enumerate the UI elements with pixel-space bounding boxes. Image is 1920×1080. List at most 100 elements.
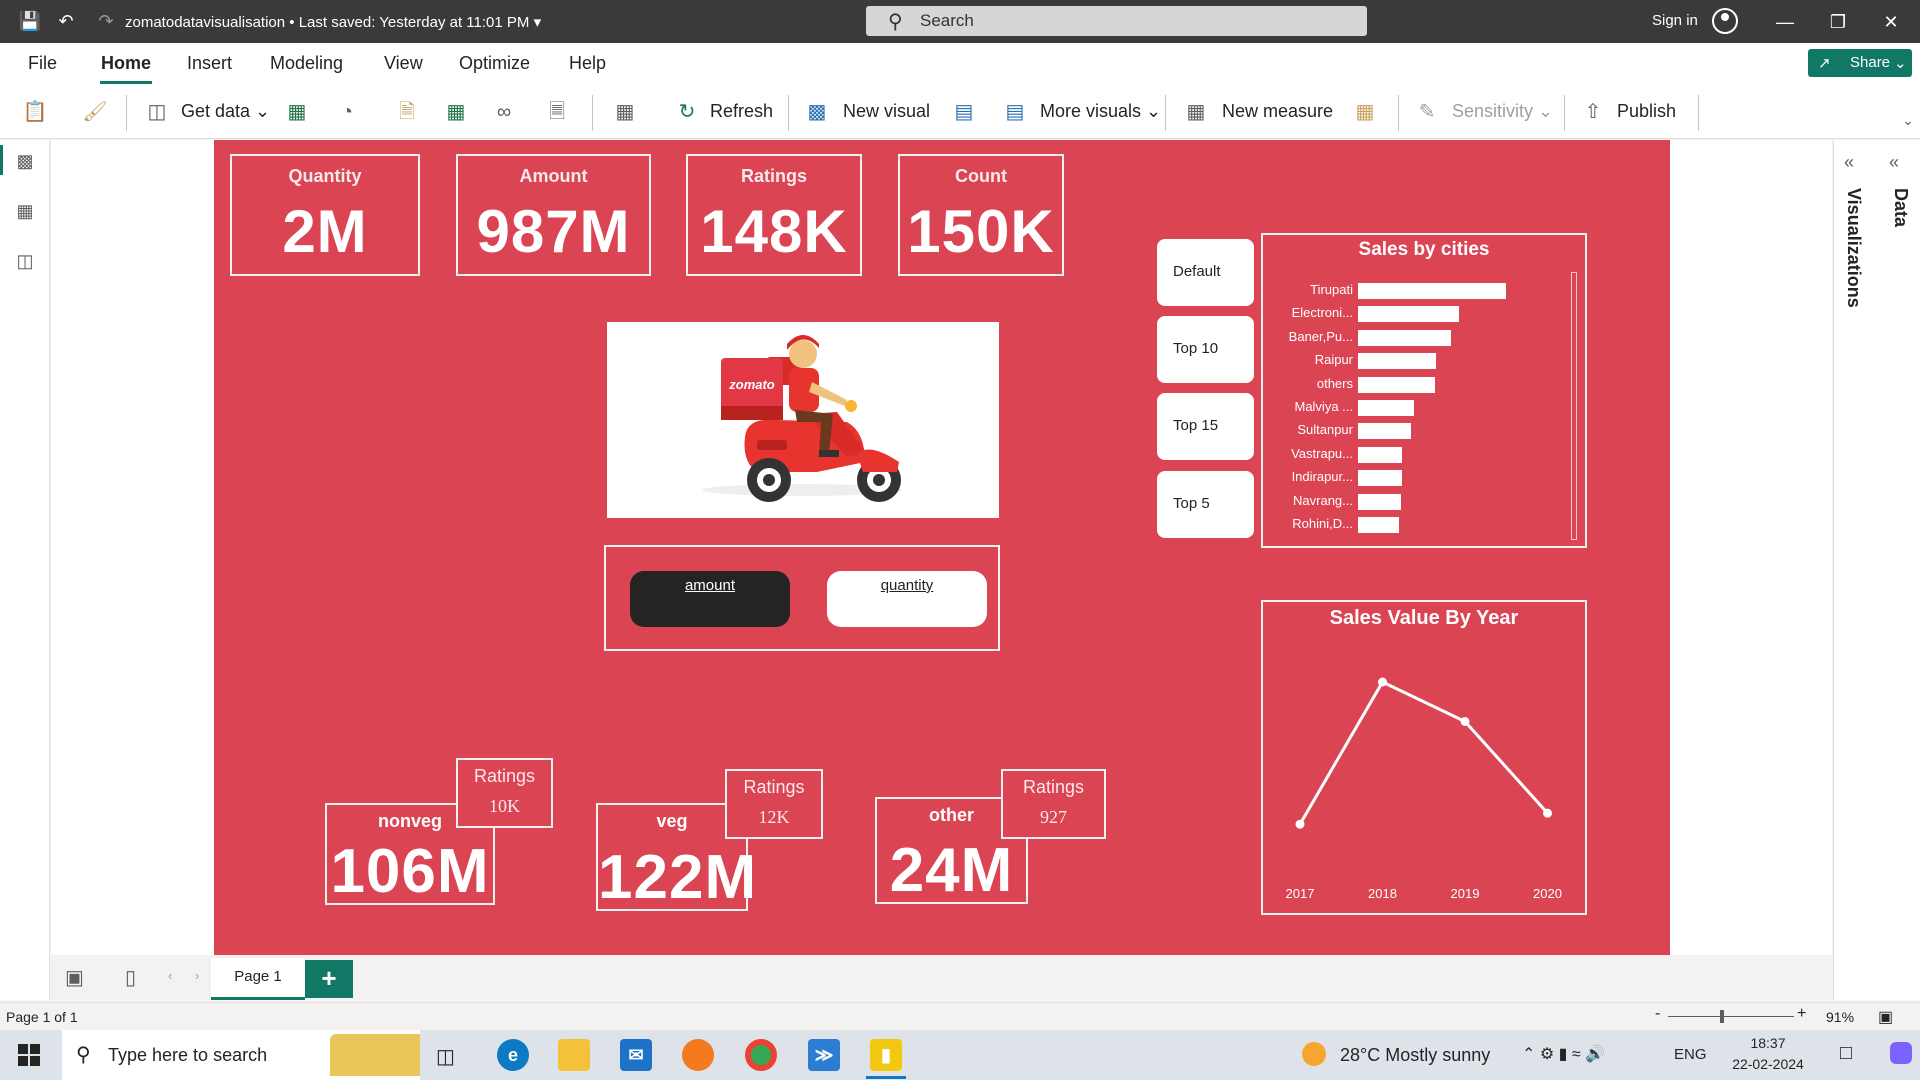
windows-start-icon[interactable]	[18, 1044, 40, 1066]
sales-by-cities-chart[interactable]: Sales by cities Tirupati Electroni... Bane…	[1261, 233, 1587, 548]
quick-measure-icon[interactable]: ▦	[1352, 99, 1378, 125]
power-bi-icon[interactable]: ▮	[870, 1039, 902, 1071]
tab-view[interactable]: View	[384, 53, 423, 74]
minimize-icon[interactable]: —	[1770, 9, 1800, 35]
save-icon[interactable]: 💾	[18, 9, 42, 33]
city-bar[interactable]	[1358, 376, 1435, 393]
kpi-count[interactable]: Count 150K	[898, 154, 1064, 276]
sensitivity-button[interactable]: Sensitivity ⌄	[1452, 101, 1553, 122]
file-explorer-icon[interactable]	[558, 1039, 590, 1071]
sales-value-by-year-chart[interactable]: Sales Value By Year 2017 2018 2019 2020	[1261, 600, 1587, 915]
new-measure-button[interactable]: New measure	[1222, 101, 1333, 122]
sql-icon[interactable]: 🗎	[394, 99, 420, 125]
city-bar[interactable]	[1358, 400, 1415, 416]
clock-date[interactable]: 22-02-2024	[1716, 1056, 1820, 1072]
collapse-visualizations-icon[interactable]: «	[1844, 152, 1854, 173]
paste-icon[interactable]: 📋	[22, 99, 48, 125]
tab-file[interactable]: File	[28, 53, 57, 74]
text-box-icon[interactable]: ▤	[951, 99, 977, 125]
page-tab[interactable]: Page 1	[211, 958, 305, 1000]
nonveg-ratings-card[interactable]: Ratings 10K	[456, 758, 553, 828]
refresh-button[interactable]: Refresh	[710, 101, 773, 122]
data-pane-label[interactable]: Data	[1890, 188, 1911, 227]
kpi-quantity[interactable]: Quantity 2M	[230, 154, 420, 276]
account-icon[interactable]	[1712, 8, 1738, 34]
more-visuals-button[interactable]: More visuals ⌄	[1040, 101, 1161, 122]
kpi-amount[interactable]: Amount 987M	[456, 154, 651, 276]
excel-icon[interactable]: ▦	[284, 99, 310, 125]
table-view-icon[interactable]: ▦	[12, 198, 38, 224]
vscode-icon[interactable]: ≫	[808, 1039, 840, 1071]
edge-icon[interactable]: e	[497, 1039, 529, 1071]
zoom-in-icon[interactable]: +	[1797, 1005, 1806, 1023]
city-bar[interactable]	[1358, 470, 1403, 487]
mail-icon[interactable]: ✉	[620, 1039, 652, 1071]
add-page-button[interactable]: +	[305, 960, 353, 998]
tab-insert[interactable]: Insert	[187, 53, 232, 74]
share-button[interactable]: ↗ Share ⌄	[1808, 49, 1912, 77]
visualizations-pane-label[interactable]: Visualizations	[1843, 188, 1864, 308]
city-bar[interactable]	[1358, 329, 1452, 346]
city-bar[interactable]	[1358, 423, 1412, 440]
zoom-slider-handle[interactable]	[1720, 1010, 1724, 1023]
city-bar[interactable]	[1358, 517, 1400, 533]
model-view-icon[interactable]: ◫	[12, 248, 38, 274]
clock-time[interactable]: 18:37	[1740, 1035, 1796, 1051]
quantity-toggle-button[interactable]: quantity	[827, 571, 987, 627]
next-page-icon[interactable]: ›	[195, 968, 199, 983]
language-indicator[interactable]: ENG	[1674, 1046, 1707, 1063]
slicer-top10-button[interactable]: Top 10	[1157, 316, 1254, 383]
tab-modeling[interactable]: Modeling	[270, 53, 343, 74]
taskbar-search-box[interactable]: ⚲ Type here to search	[62, 1030, 420, 1080]
desktop-layout-icon[interactable]: ▣	[65, 965, 84, 990]
collapse-data-icon[interactable]: «	[1889, 152, 1899, 173]
amount-toggle-button[interactable]: amount	[630, 571, 790, 627]
close-icon[interactable]: ✕	[1876, 9, 1906, 35]
undo-icon[interactable]: ↶	[54, 9, 78, 33]
collapse-ribbon-icon[interactable]: ⌄	[1895, 107, 1920, 133]
recent-sources-icon[interactable]: 🗏	[544, 99, 570, 125]
system-tray-icons[interactable]: ⌃ ⚙ ▮ ≈ 🔊	[1522, 1044, 1605, 1064]
report-view-icon[interactable]: ▩	[12, 148, 38, 174]
mobile-layout-icon[interactable]: ▯	[125, 965, 136, 990]
tab-help[interactable]: Help	[569, 53, 606, 74]
dataverse-link-icon[interactable]: ∞	[491, 99, 517, 125]
notifications-icon[interactable]: □	[1840, 1042, 1852, 1065]
redo-icon[interactable]: ↷	[94, 9, 118, 33]
slicer-default-button[interactable]: Default	[1157, 239, 1254, 306]
city-bar[interactable]	[1358, 283, 1506, 299]
tab-optimize[interactable]: Optimize	[459, 53, 530, 74]
dataverse-icon[interactable]: ◔	[334, 99, 360, 125]
tab-home[interactable]: Home	[101, 53, 151, 74]
format-painter-icon[interactable]: 🖌	[82, 99, 108, 125]
firefox-icon[interactable]	[682, 1039, 714, 1071]
zoom-out-icon[interactable]: -	[1655, 1005, 1660, 1023]
city-bar[interactable]	[1358, 446, 1403, 463]
new-visual-button[interactable]: New visual	[843, 101, 930, 122]
transform-data-icon[interactable]: ▦	[612, 99, 638, 125]
file-title[interactable]: zomatodatavisualisation • Last saved: Ye…	[125, 13, 541, 31]
sign-in-link[interactable]: Sign in	[1652, 12, 1698, 29]
city-bar[interactable]	[1358, 306, 1459, 323]
other-ratings-card[interactable]: Ratings 927	[1001, 769, 1106, 839]
copilot-icon[interactable]	[1890, 1042, 1912, 1064]
zoom-slider[interactable]	[1668, 1016, 1794, 1017]
chart-scrollbar[interactable]	[1571, 272, 1577, 540]
publish-button[interactable]: Publish	[1617, 101, 1676, 122]
task-view-icon[interactable]: ◫	[436, 1044, 455, 1069]
fit-to-page-icon[interactable]: ▣	[1878, 1007, 1893, 1027]
city-bar[interactable]	[1358, 353, 1437, 370]
restore-icon[interactable]: ❐	[1823, 9, 1853, 35]
enter-data-icon[interactable]: ▦	[443, 99, 469, 125]
search-box[interactable]: ⚲ Search	[866, 6, 1367, 36]
veg-ratings-card[interactable]: Ratings 12K	[725, 769, 823, 839]
kpi-ratings[interactable]: Ratings 148K	[686, 154, 862, 276]
prev-page-icon[interactable]: ‹	[168, 968, 172, 983]
get-data-button[interactable]: Get data ⌄	[181, 101, 270, 122]
weather-text[interactable]: 28°C Mostly sunny	[1340, 1045, 1490, 1066]
chrome-icon[interactable]	[745, 1039, 777, 1071]
ribbon: 📋 🖌 ◫ Get data ⌄ ▦ ◔ 🗎 ▦ ∞ 🗏 ▦ ↻ Refresh…	[0, 85, 1920, 139]
city-bar[interactable]	[1358, 493, 1401, 510]
slicer-top15-button[interactable]: Top 15	[1157, 393, 1254, 460]
slicer-top5-button[interactable]: Top 5	[1157, 471, 1254, 538]
